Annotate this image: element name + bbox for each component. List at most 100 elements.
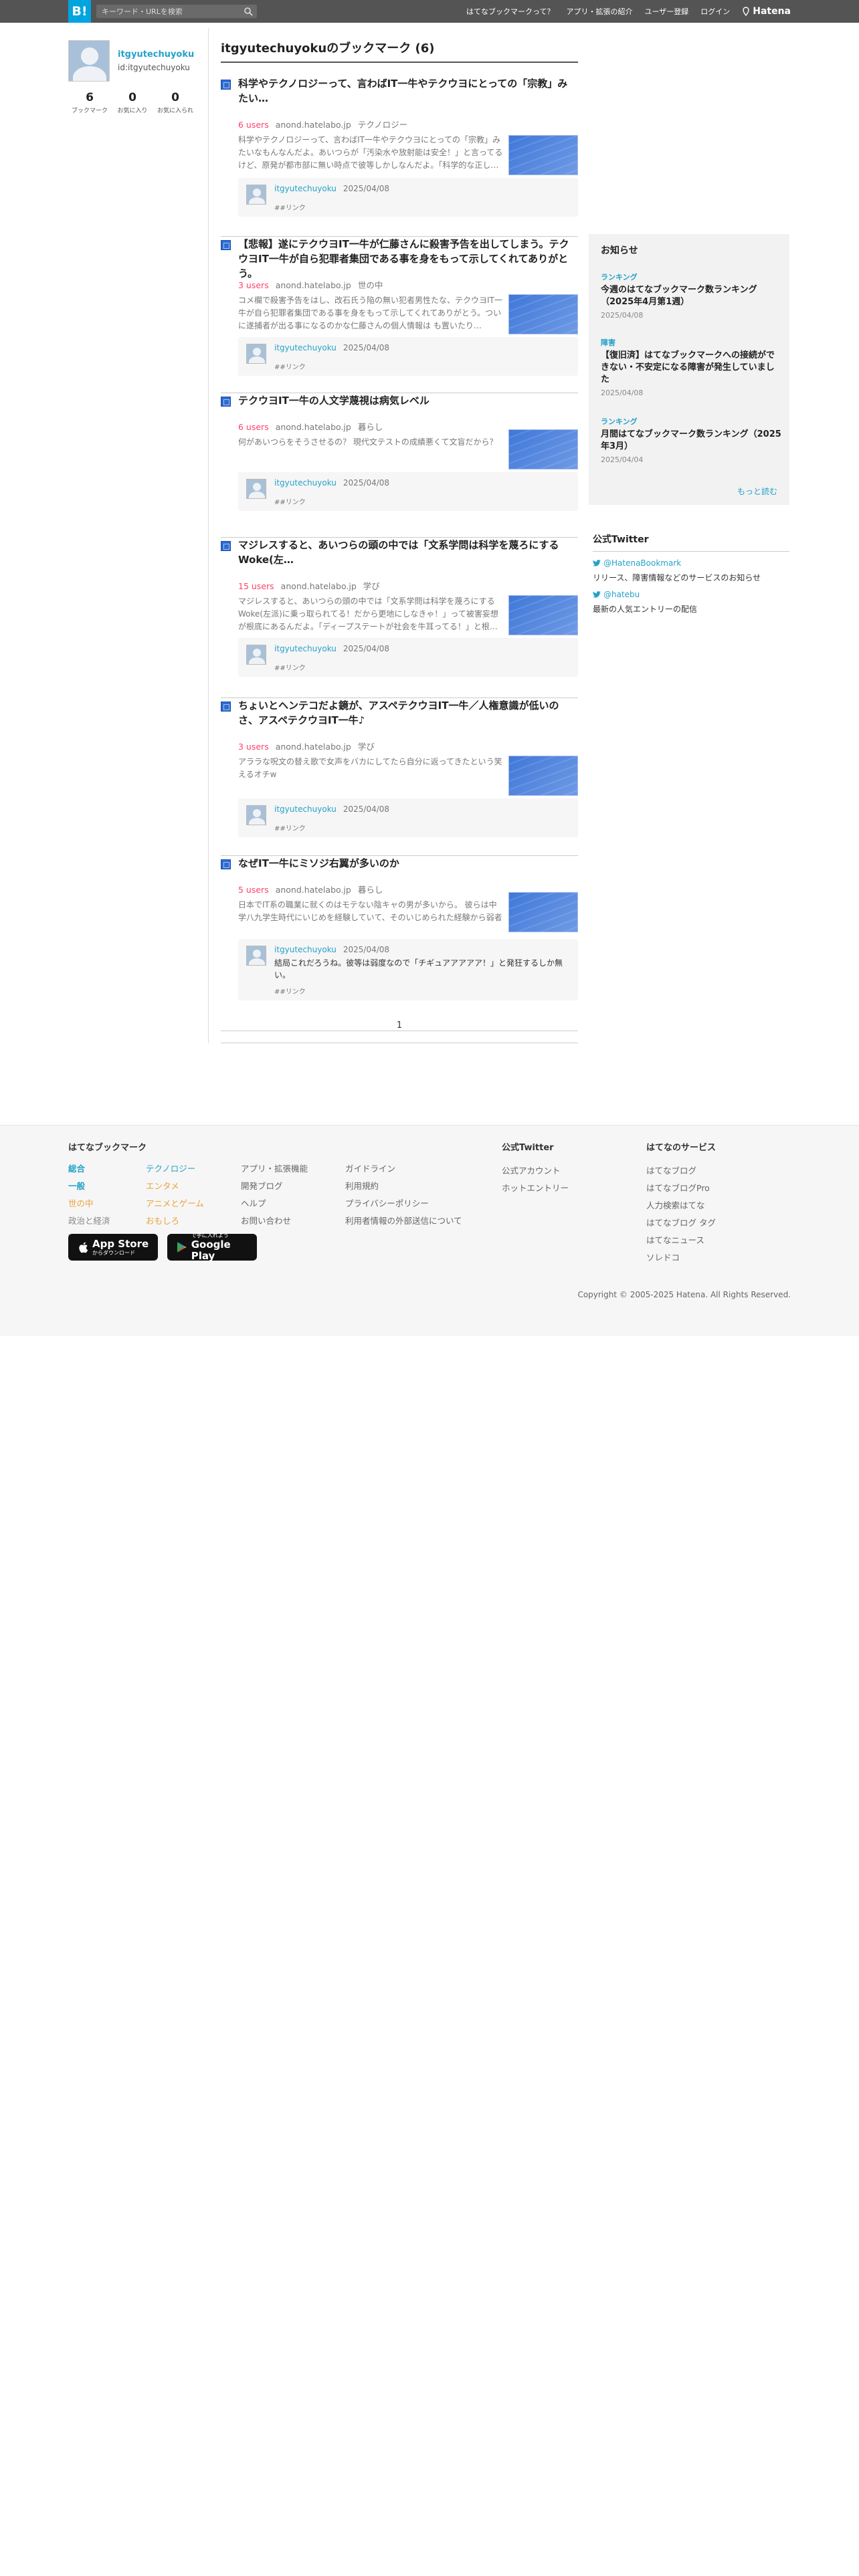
entry-domain[interactable]: anond.hatelabo.jp [276, 280, 351, 290]
footer-category[interactable]: アニメとゲーム [146, 1195, 204, 1212]
footer-category[interactable]: エンタメ [146, 1178, 204, 1195]
comment-avatar[interactable] [246, 645, 266, 665]
search-input[interactable] [102, 6, 235, 17]
nav-apps[interactable]: アプリ・拡張の紹介 [566, 6, 632, 17]
bookmark-checkbox[interactable] [221, 702, 231, 712]
comment-username[interactable]: itgyutechuyoku [274, 478, 337, 488]
stat-favorited[interactable]: 0 お気に入られ [154, 91, 197, 114]
entry-title[interactable]: なぜIT一牛にミソジ右翼が多いのか [238, 856, 573, 871]
nav-login[interactable]: ログイン [700, 6, 730, 17]
comment-link[interactable]: ##リンク [274, 986, 306, 996]
footer-link[interactable]: ソレドコ [646, 1249, 716, 1267]
app-store-badge[interactable]: App Store からダウンロード [68, 1234, 158, 1261]
nav-register[interactable]: ユーザー登録 [644, 6, 688, 17]
read-more-link[interactable]: もっと読む [737, 486, 777, 497]
entry-thumbnail[interactable] [508, 294, 578, 334]
entry-category[interactable]: 学び [363, 581, 380, 591]
footer-link[interactable]: 利用者情報の外部送信について [345, 1212, 462, 1230]
bookmark-checkbox[interactable] [221, 397, 231, 407]
footer-category[interactable]: 政治と経済 [68, 1212, 110, 1230]
footer-link[interactable]: ホットエントリー [502, 1180, 569, 1197]
entry-users[interactable]: 6 users [238, 120, 269, 130]
bookmark-checkbox[interactable] [221, 240, 231, 250]
entry-thumbnail[interactable] [508, 429, 578, 469]
comment-avatar[interactable] [246, 479, 266, 499]
entry-users[interactable]: 5 users [238, 885, 269, 895]
footer-link[interactable]: お問い合わせ [241, 1212, 308, 1230]
entry-category[interactable]: 暮らし [358, 885, 383, 895]
footer-link[interactable]: 開発ブログ [241, 1178, 308, 1195]
twitter-account-link[interactable]: @hatebu [593, 590, 789, 599]
footer-link[interactable]: 利用規約 [345, 1178, 462, 1195]
footer-link[interactable]: プライバシーポリシー [345, 1195, 462, 1212]
comment-link[interactable]: ##リンク [274, 202, 306, 212]
comment-username[interactable]: itgyutechuyoku [274, 804, 337, 814]
entry-thumbnail[interactable] [508, 135, 578, 175]
comment-link[interactable]: ##リンク [274, 496, 306, 506]
footer-link[interactable]: はてなブログ [646, 1162, 716, 1180]
entry-thumbnail[interactable] [508, 756, 578, 796]
comment-avatar[interactable] [246, 946, 266, 966]
avatar[interactable] [68, 40, 110, 82]
entry-title[interactable]: マジレスすると、あいつらの頭の中では「文系学問は科学を蔑ろにするWoke(左… [238, 538, 573, 567]
entry-domain[interactable]: anond.hatelabo.jp [276, 742, 351, 752]
footer-link[interactable]: はてなブログPro [646, 1180, 716, 1197]
footer-link[interactable]: はてなブログ タグ [646, 1214, 716, 1232]
notice-item[interactable]: 障害 【復旧済】はてなブックマークへの接続ができない・不安定になる障害が発生して… [601, 337, 781, 397]
notice-item[interactable]: ランキング 月間はてなブックマーク数ランキング（2025年3月） 2025/04… [601, 416, 781, 464]
search-icon[interactable] [244, 7, 253, 16]
entry-title[interactable]: ちょいとヘンテコだよ鏡が、アスペテクウヨIT一牛／人権意識が低いのさ、アスペテク… [238, 698, 573, 728]
entry-users[interactable]: 6 users [238, 422, 269, 432]
page-number[interactable]: 1 [397, 1021, 402, 1031]
footer-link[interactable]: 公式アカウント [502, 1162, 569, 1180]
bookmark-checkbox[interactable] [221, 80, 231, 90]
footer-link[interactable]: アプリ・拡張機能 [241, 1160, 308, 1178]
entry-domain[interactable]: anond.hatelabo.jp [276, 120, 351, 130]
entry-thumbnail[interactable] [508, 892, 578, 932]
bookmark-checkbox[interactable] [221, 541, 231, 551]
comment-username[interactable]: itgyutechuyoku [274, 644, 337, 653]
footer-link[interactable]: はてなニュース [646, 1232, 716, 1249]
footer-category[interactable]: おもしろ [146, 1212, 204, 1230]
google-play-badge[interactable]: で手に入れよう Google Play [167, 1232, 257, 1262]
entry-category[interactable]: 学び [358, 742, 375, 752]
entry-thumbnail[interactable] [508, 595, 578, 635]
entry-title[interactable]: 科学やテクノロジーって、言わばIT一牛やテクウヨにとっての「宗教」みたい… [238, 76, 573, 106]
footer-category[interactable]: 世の中 [68, 1195, 110, 1212]
stat-favorites[interactable]: 0 お気に入り [111, 91, 154, 114]
comment-avatar[interactable] [246, 805, 266, 825]
entry-category[interactable]: 世の中 [358, 280, 383, 290]
comment-link[interactable]: ##リンク [274, 823, 306, 833]
footer-category[interactable]: テクノロジー [146, 1160, 204, 1178]
entry-users[interactable]: 3 users [238, 280, 269, 290]
twitter-account-link[interactable]: @HatenaBookmark [593, 558, 789, 568]
profile-username[interactable]: itgyutechuyoku [118, 49, 202, 60]
comment-link[interactable]: ##リンク [274, 361, 306, 371]
entry-category[interactable]: 暮らし [358, 422, 383, 432]
comment-username[interactable]: itgyutechuyoku [274, 343, 337, 352]
entry-domain[interactable]: anond.hatelabo.jp [281, 581, 357, 591]
entry-domain[interactable]: anond.hatelabo.jp [276, 885, 351, 895]
comment-avatar[interactable] [246, 185, 266, 205]
footer-link[interactable]: ヘルプ [241, 1195, 308, 1212]
comment-username[interactable]: itgyutechuyoku [274, 945, 337, 954]
footer-link[interactable]: ガイドライン [345, 1160, 462, 1178]
footer-category[interactable]: 総合 [68, 1160, 110, 1178]
notice-item[interactable]: ランキング 今週のはてなブックマーク数ランキング（2025年4月第1週） 202… [601, 272, 781, 320]
footer-category[interactable]: 一般 [68, 1178, 110, 1195]
comment-username[interactable]: itgyutechuyoku [274, 184, 337, 193]
nav-about[interactable]: はてなブックマークって？ [466, 6, 554, 17]
entry-category[interactable]: テクノロジー [358, 120, 407, 130]
hatena-brand[interactable]: Hatena [742, 6, 791, 17]
comment-link[interactable]: ##リンク [274, 662, 306, 672]
entry-title[interactable]: 【悲報】遂にテクウヨIT一牛が仁藤さんに殺害予告を出してしまう。テクウヨIT一牛… [238, 237, 573, 281]
entry-users[interactable]: 15 users [238, 581, 274, 591]
entry-users[interactable]: 3 users [238, 742, 269, 752]
stat-bookmarks[interactable]: 6 ブックマーク [68, 91, 111, 114]
hatena-bookmark-logo[interactable]: B! [68, 0, 91, 23]
footer-link[interactable]: 人力検索はてな [646, 1197, 716, 1214]
entry-title[interactable]: テクウヨIT一牛の人文学蔑視は病気レベル [238, 393, 573, 408]
entry-domain[interactable]: anond.hatelabo.jp [276, 422, 351, 432]
comment-avatar[interactable] [246, 344, 266, 364]
bookmark-checkbox[interactable] [221, 859, 231, 869]
